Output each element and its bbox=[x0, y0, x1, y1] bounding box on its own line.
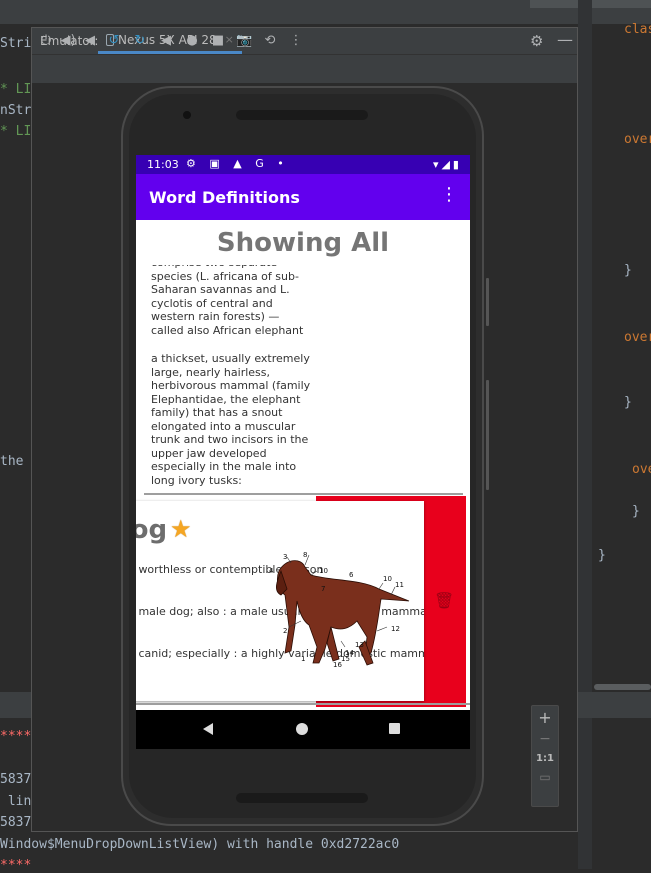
bottom-speaker bbox=[236, 793, 368, 803]
code-line: **** bbox=[0, 729, 32, 744]
power-icon[interactable]: ⏻ bbox=[38, 33, 54, 48]
rotate-right-icon[interactable]: ↻ bbox=[132, 33, 148, 48]
home-icon[interactable]: ● bbox=[184, 33, 200, 48]
app-title: Word Definitions bbox=[149, 188, 300, 207]
svg-text:12: 12 bbox=[391, 625, 400, 633]
trash-icon[interactable]: 🗑 bbox=[434, 591, 454, 610]
front-camera bbox=[183, 111, 191, 119]
zoom-out-button[interactable]: − bbox=[532, 731, 558, 747]
definition-text: a thickset, usually extremely large, nea… bbox=[151, 352, 311, 487]
gear-icon[interactable]: ⚙ bbox=[530, 32, 543, 50]
svg-text:1: 1 bbox=[301, 655, 305, 663]
code-line: clas bbox=[624, 22, 651, 37]
code-line: 5837 bbox=[0, 772, 32, 787]
word-list[interactable]: comprise two separate species (L. africa… bbox=[136, 265, 470, 710]
code-line: * LI bbox=[0, 82, 32, 97]
status-signal-battery-icons: ▾◢▮ bbox=[432, 158, 462, 171]
definition-text: : a worthless or contemptible person bbox=[136, 563, 324, 576]
word-title: dog bbox=[136, 515, 168, 545]
svg-text:16: 16 bbox=[333, 661, 342, 669]
word-card[interactable]: comprise two separate species (L. africa… bbox=[144, 265, 463, 495]
page-heading: Showing All bbox=[216, 228, 390, 258]
code-line: } bbox=[632, 504, 640, 519]
code-line: } bbox=[598, 548, 606, 563]
volume-down-icon[interactable]: ◀ bbox=[82, 33, 98, 48]
svg-text:8: 8 bbox=[303, 551, 307, 559]
svg-text:10: 10 bbox=[383, 575, 392, 583]
code-line: lin bbox=[0, 794, 32, 809]
status-time: 11:03 bbox=[147, 158, 179, 171]
nav-back-icon[interactable] bbox=[203, 723, 213, 735]
more-options-icon[interactable]: ⋮ bbox=[288, 33, 304, 48]
minimize-icon[interactable]: — bbox=[557, 30, 573, 49]
volume-up-icon[interactable]: ◀) bbox=[60, 33, 76, 48]
svg-text:4: 4 bbox=[269, 567, 274, 575]
svg-text:3: 3 bbox=[283, 553, 287, 561]
overflow-menu-icon[interactable]: ⋮ bbox=[440, 186, 458, 204]
word-card-swiping[interactable]: dog ★ : a worthless or contemptible pers… bbox=[136, 501, 424, 701]
favorite-star-icon[interactable]: ★ bbox=[170, 515, 192, 543]
fit-screen-icon[interactable]: ▭ bbox=[532, 770, 558, 784]
svg-text:6: 6 bbox=[349, 571, 354, 579]
overview-icon[interactable]: ■ bbox=[210, 33, 226, 48]
top-speaker bbox=[236, 110, 368, 120]
status-notification-icons: ⚙ ▣ ▲ G • bbox=[186, 157, 289, 170]
code-line: * LI bbox=[0, 124, 32, 139]
nav-home-icon[interactable] bbox=[296, 723, 308, 735]
zoom-in-button[interactable]: + bbox=[532, 708, 558, 727]
svg-text:15: 15 bbox=[341, 655, 350, 663]
rotate-left-icon[interactable]: ↺ bbox=[106, 33, 122, 48]
svg-text:11: 11 bbox=[395, 581, 404, 589]
svg-text:13: 13 bbox=[355, 641, 364, 649]
code-line: 5837 bbox=[0, 815, 32, 830]
back-icon[interactable]: ◀ bbox=[158, 33, 174, 48]
phone-side-scroll bbox=[486, 278, 489, 326]
app-bar: Word Definitions ⋮ bbox=[136, 174, 470, 220]
nav-recents-icon[interactable] bbox=[389, 723, 400, 734]
screenshot-icon[interactable]: 📷 bbox=[236, 33, 252, 48]
ide-editor-gutter bbox=[578, 0, 592, 869]
zoom-panel: + − 1:1 ▭ bbox=[531, 705, 559, 807]
dog-illustration: 834 10 6 10112 12141315 1167 bbox=[269, 551, 410, 669]
code-line: the bbox=[0, 454, 24, 469]
svg-text:7: 7 bbox=[321, 585, 325, 593]
zoom-actual-button[interactable]: 1:1 bbox=[532, 753, 558, 764]
code-line: ove bbox=[632, 462, 651, 477]
definition-text: : a male dog; also : a male usually carn… bbox=[136, 605, 424, 618]
status-bar: 11:03 ⚙ ▣ ▲ G • ▾◢▮ bbox=[136, 155, 470, 174]
close-tab-icon[interactable]: × bbox=[225, 33, 234, 46]
definition-text: comprise two separate species (L. africa… bbox=[151, 265, 304, 337]
emulator-toolbar bbox=[32, 55, 577, 83]
code-line: over bbox=[624, 330, 651, 345]
list-divider bbox=[136, 703, 470, 705]
code-line: } bbox=[624, 263, 632, 278]
system-nav-bar bbox=[136, 710, 470, 749]
definition-text: : a canid; especially : a highly variabl… bbox=[136, 647, 424, 660]
ide-horizontal-scroll-thumb[interactable] bbox=[594, 684, 651, 690]
code-line: nStr bbox=[0, 103, 32, 118]
phone-screen: 11:03 ⚙ ▣ ▲ G • ▾◢▮ Word Definitions ⋮ S… bbox=[136, 155, 470, 749]
code-line: } bbox=[624, 395, 632, 410]
code-line: over bbox=[624, 132, 651, 147]
svg-text:2: 2 bbox=[283, 627, 287, 635]
snapshot-icon[interactable]: ⟲ bbox=[262, 33, 278, 48]
phone-side-scroll-2 bbox=[486, 380, 489, 490]
code-line: Stri bbox=[0, 36, 32, 51]
console-line: Window$MenuDropDownListView) with handle… bbox=[0, 837, 400, 852]
code-line: **** bbox=[0, 858, 32, 873]
svg-text:10: 10 bbox=[319, 567, 328, 575]
